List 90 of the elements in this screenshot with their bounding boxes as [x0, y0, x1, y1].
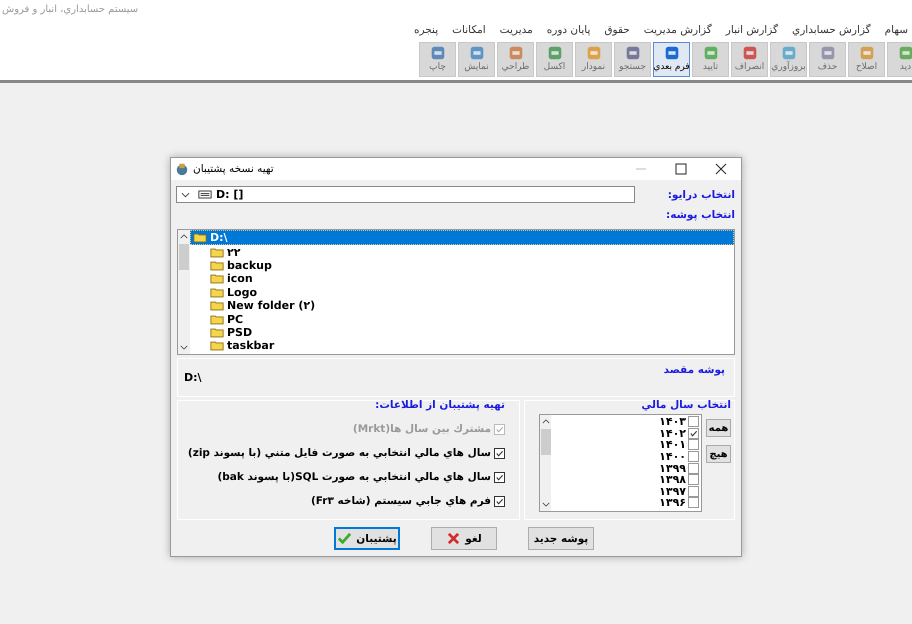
folder-icon: [210, 273, 224, 284]
checkbox[interactable]: [688, 486, 699, 497]
folder-icon: [210, 340, 224, 352]
toolbar-icon: [858, 44, 876, 62]
folder-item[interactable]: PC: [190, 312, 734, 326]
dialog-button[interactable]: پوشه جديد: [528, 527, 594, 550]
year-label: ۱۴۰۰: [659, 451, 686, 462]
year-label: ۱۳۹۷: [659, 486, 686, 497]
toolbar-icon: [506, 44, 524, 62]
scroll-up-icon[interactable]: [542, 419, 550, 424]
menu-item[interactable]: سهام: [884, 24, 908, 38]
folder-item[interactable]: icon: [190, 272, 734, 286]
scroll-up-icon[interactable]: [180, 234, 188, 239]
checkbox[interactable]: [688, 439, 699, 450]
toolbar-icon: [662, 44, 680, 62]
menu-item[interactable]: مديريت: [500, 24, 533, 38]
dialog-button[interactable]: لغو: [431, 527, 497, 550]
toolbar-icon: [702, 44, 720, 62]
app-title: سيستم حسابداري، انبار و فروش: [0, 0, 912, 24]
menu-item[interactable]: امكانات: [452, 24, 486, 38]
checkbox[interactable]: [688, 428, 699, 439]
toolbar-icon: [546, 44, 564, 62]
folder-item[interactable]: ۲۲: [190, 245, 734, 259]
scroll-down-icon[interactable]: [180, 345, 188, 350]
destination-path: D:\: [184, 371, 202, 384]
dialog-button[interactable]: پشتيبان: [334, 527, 400, 550]
checkbox[interactable]: [688, 497, 699, 508]
checkbox[interactable]: [688, 474, 699, 486]
scrollbar[interactable]: [540, 415, 551, 511]
scroll-thumb[interactable]: [540, 429, 550, 455]
scrollbar[interactable]: [178, 230, 190, 354]
toolbar-icon: [780, 44, 798, 62]
checkbox[interactable]: [494, 448, 505, 458]
option-label: سال هاي مالي انتخابي به صورت SQL(با پسوند bak): [217, 471, 491, 483]
folder-item[interactable]: backup: [190, 258, 734, 272]
checkbox[interactable]: [688, 416, 699, 428]
checkbox[interactable]: [494, 496, 505, 506]
scroll-thumb[interactable]: [179, 244, 189, 270]
checkbox[interactable]: [688, 451, 699, 462]
dialog-title: تهيه نسخه پشتيبان: [193, 163, 274, 175]
group-title: انتخاب سال مالي: [640, 399, 731, 411]
year-label: ۱۳۹۸: [659, 474, 686, 486]
menu-item[interactable]: حقوق: [604, 24, 630, 38]
folder-icon: [210, 314, 224, 325]
destination-label: پوشه مقصد: [664, 364, 725, 376]
menu-item[interactable]: گزارش انبار: [726, 24, 778, 38]
option-label: فرم هاي جابي سيستم (شاخه Fr۳): [310, 495, 491, 507]
select-button[interactable]: هيچ: [706, 445, 731, 463]
toolbar-icon: [428, 44, 446, 62]
drive-dropdown[interactable]: D: []: [176, 186, 635, 203]
toolbar-button[interactable]: فرم بعدي: [653, 42, 690, 77]
folder-item[interactable]: New folder (۲): [190, 298, 734, 312]
folder-icon: [210, 300, 224, 312]
toolbar-icon: [624, 44, 642, 62]
checkmark-icon: [337, 531, 352, 546]
menu-item[interactable]: گزارش مديريت: [644, 24, 712, 38]
folder-item[interactable]: PSD: [190, 326, 734, 340]
year-label: ۱۳۹۹: [659, 462, 686, 474]
checkbox[interactable]: [494, 472, 505, 482]
year-label: ۱۴۰۳: [659, 416, 686, 428]
scroll-down-icon[interactable]: [542, 502, 550, 507]
folder-icon: [193, 232, 207, 244]
option-label: سال هاي مالي انتخابي به صورت فايل متني (با پسوند zip): [188, 447, 491, 459]
toolbar-icon: [740, 44, 758, 62]
cross-icon: [446, 531, 462, 546]
toolbar-icon: [896, 44, 912, 62]
folder-item[interactable]: Logo: [190, 286, 734, 299]
option-label: مشترك بين سال ها(Mrkt): [352, 423, 491, 435]
checkbox[interactable]: [688, 462, 699, 474]
select-button[interactable]: همه: [706, 419, 731, 437]
folder-icon: [210, 286, 224, 298]
year-label: ۱۴۰۲: [659, 428, 686, 439]
menu-item[interactable]: گزارش حسابداري: [792, 24, 871, 38]
group-title: تهيه پشتيبان از اطلاعات:: [374, 399, 505, 411]
toolbar-icon: [584, 44, 602, 62]
app-icon: [175, 162, 189, 176]
menu-item[interactable]: پنجره: [414, 24, 438, 38]
menu-item[interactable]: پايان دوره: [546, 24, 590, 38]
drive-icon: [198, 190, 212, 199]
folder-icon: [210, 326, 224, 338]
drive-label: انتخاب درايو:: [668, 188, 735, 200]
folder-icon: [210, 260, 224, 271]
year-label: ۱۴۰۱: [659, 439, 686, 450]
chevron-down-icon: [181, 192, 190, 198]
toolbar-icon: [468, 44, 486, 62]
toolbar-icon: [818, 44, 836, 62]
year-label: ۱۳۹۶: [659, 497, 686, 508]
folder-label: انتخاب پوشه:: [666, 209, 735, 221]
folder-item[interactable]: taskbar: [190, 339, 734, 353]
folder-item[interactable]: D:\: [190, 230, 734, 246]
